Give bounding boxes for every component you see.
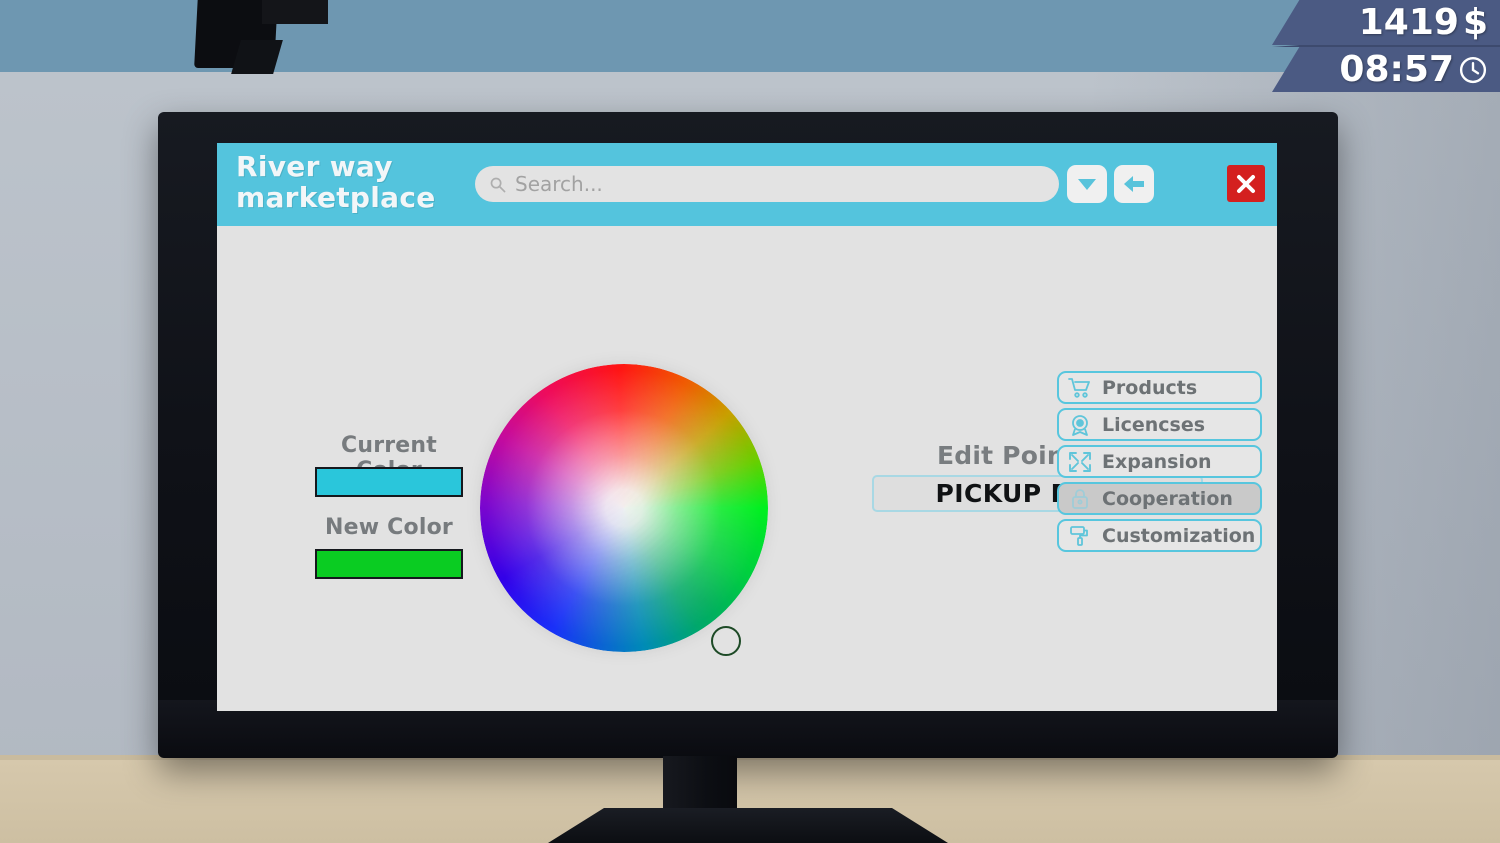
arrow-left-icon <box>1124 176 1144 192</box>
color-wheel-gradient[interactable] <box>480 364 768 652</box>
award-badge-icon <box>1072 414 1088 436</box>
search-icon <box>490 177 506 192</box>
menu-label: Customization <box>1102 524 1256 547</box>
menu-item-expansion[interactable]: Expansion <box>1057 445 1262 478</box>
money-value: 1419 <box>1358 2 1459 43</box>
marketplace-window: River way marketplace Search... Current … <box>217 143 1277 711</box>
lock-icon <box>1072 488 1088 509</box>
hud: 1419 $ 08:57 <box>1272 0 1500 95</box>
shopping-cart-icon <box>1068 377 1090 398</box>
color-wheel[interactable] <box>480 364 768 656</box>
dropdown-button[interactable] <box>1067 165 1107 203</box>
hud-money: 1419 $ <box>1359 2 1488 43</box>
menu-label: Licencses <box>1102 413 1206 436</box>
new-color-swatch <box>315 549 463 579</box>
security-camera-arm <box>262 0 328 24</box>
paint-roller-icon <box>1070 525 1088 546</box>
wheel-shading <box>480 364 768 652</box>
hud-time: 08:57 <box>1339 49 1488 90</box>
currency-symbol: $ <box>1462 2 1488 43</box>
time-value: 08:57 <box>1339 49 1454 90</box>
menu-label: Cooperation <box>1102 487 1233 510</box>
menu-label: Products <box>1102 376 1198 399</box>
close-button[interactable] <box>1227 165 1265 202</box>
game-screenshot: River way marketplace Search... Current … <box>0 0 1500 843</box>
search-placeholder: Search... <box>515 172 603 196</box>
menu-label: Expansion <box>1102 450 1212 473</box>
close-icon <box>1237 174 1255 193</box>
window-header: River way marketplace Search... <box>217 143 1277 226</box>
hud-divider <box>1272 45 1500 47</box>
page-title: River way marketplace <box>236 150 436 214</box>
color-picker-handle[interactable] <box>711 626 741 656</box>
menu-item-customization[interactable]: Customization <box>1057 519 1262 552</box>
back-button[interactable] <box>1114 165 1154 203</box>
clock-icon <box>1459 56 1487 83</box>
chevron-down-icon <box>1078 179 1096 190</box>
window-content: Current Color New Color Edit Point PICKU… <box>217 226 1277 711</box>
current-color-swatch <box>315 467 463 497</box>
menu-item-cooperation[interactable]: Cooperation <box>1057 482 1262 515</box>
menu-item-licencses[interactable]: Licencses <box>1057 408 1262 441</box>
monitor-stand-base <box>548 808 948 843</box>
menu-item-products[interactable]: Products <box>1057 371 1262 404</box>
search-input[interactable]: Search... <box>475 166 1059 202</box>
category-menu: Products Licencses Expansion Cooperation… <box>1057 371 1262 556</box>
new-color-label: New Color <box>325 515 453 540</box>
expand-arrows-icon <box>1069 451 1091 472</box>
